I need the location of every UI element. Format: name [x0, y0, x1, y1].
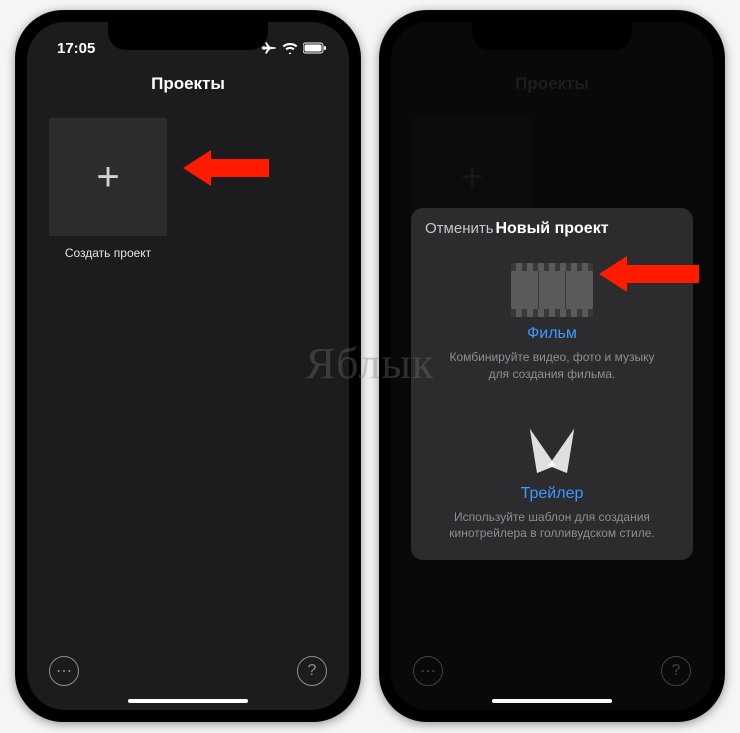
- home-indicator[interactable]: [128, 699, 248, 703]
- phone-left: 17:05 Проекты + Создать проект ⋯ ?: [15, 10, 361, 722]
- ellipsis-icon: ⋯: [56, 661, 72, 681]
- plus-icon: +: [96, 155, 119, 200]
- create-project-tile[interactable]: +: [49, 118, 167, 236]
- more-button[interactable]: ⋯: [413, 656, 443, 686]
- phone-pair: 17:05 Проекты + Создать проект ⋯ ?: [0, 0, 740, 732]
- screen-left: 17:05 Проекты + Создать проект ⋯ ?: [27, 22, 349, 710]
- notch: [472, 22, 632, 50]
- filmstrip-icon: [511, 263, 593, 317]
- help-button[interactable]: ?: [661, 656, 691, 686]
- sheet-header: Отменить Новый проект: [411, 208, 693, 249]
- option-movie-desc: Комбинируйте видео, фото и музыку для со…: [429, 349, 675, 383]
- option-trailer-title: Трейлер: [429, 485, 675, 503]
- question-icon: ?: [308, 662, 317, 680]
- option-trailer[interactable]: Трейлер Используйте шаблон для создания …: [411, 401, 693, 561]
- sheet-title: Новый проект: [495, 220, 608, 238]
- option-trailer-desc: Используйте шаблон для создания кинотрей…: [429, 509, 675, 543]
- notch: [108, 22, 268, 50]
- question-icon: ?: [672, 662, 681, 680]
- battery-icon: [303, 42, 327, 54]
- status-right: [261, 41, 327, 55]
- annotation-arrow-left: [183, 150, 269, 186]
- phone-right: Проекты + Отменить Новый проект Фильм Ко…: [379, 10, 725, 722]
- option-movie-title: Фильм: [429, 325, 675, 343]
- help-button[interactable]: ?: [297, 656, 327, 686]
- create-project-label: Создать проект: [49, 246, 167, 260]
- home-indicator[interactable]: [492, 699, 612, 703]
- status-time: 17:05: [57, 40, 95, 57]
- cancel-button[interactable]: Отменить: [425, 220, 494, 237]
- wifi-icon: [282, 42, 298, 54]
- annotation-arrow-right: [599, 256, 699, 292]
- ellipsis-icon: ⋯: [420, 661, 436, 681]
- screen-right: Проекты + Отменить Новый проект Фильм Ко…: [391, 22, 713, 710]
- page-title: Проекты: [27, 64, 349, 108]
- more-button[interactable]: ⋯: [49, 656, 79, 686]
- spotlights-icon: [522, 427, 582, 477]
